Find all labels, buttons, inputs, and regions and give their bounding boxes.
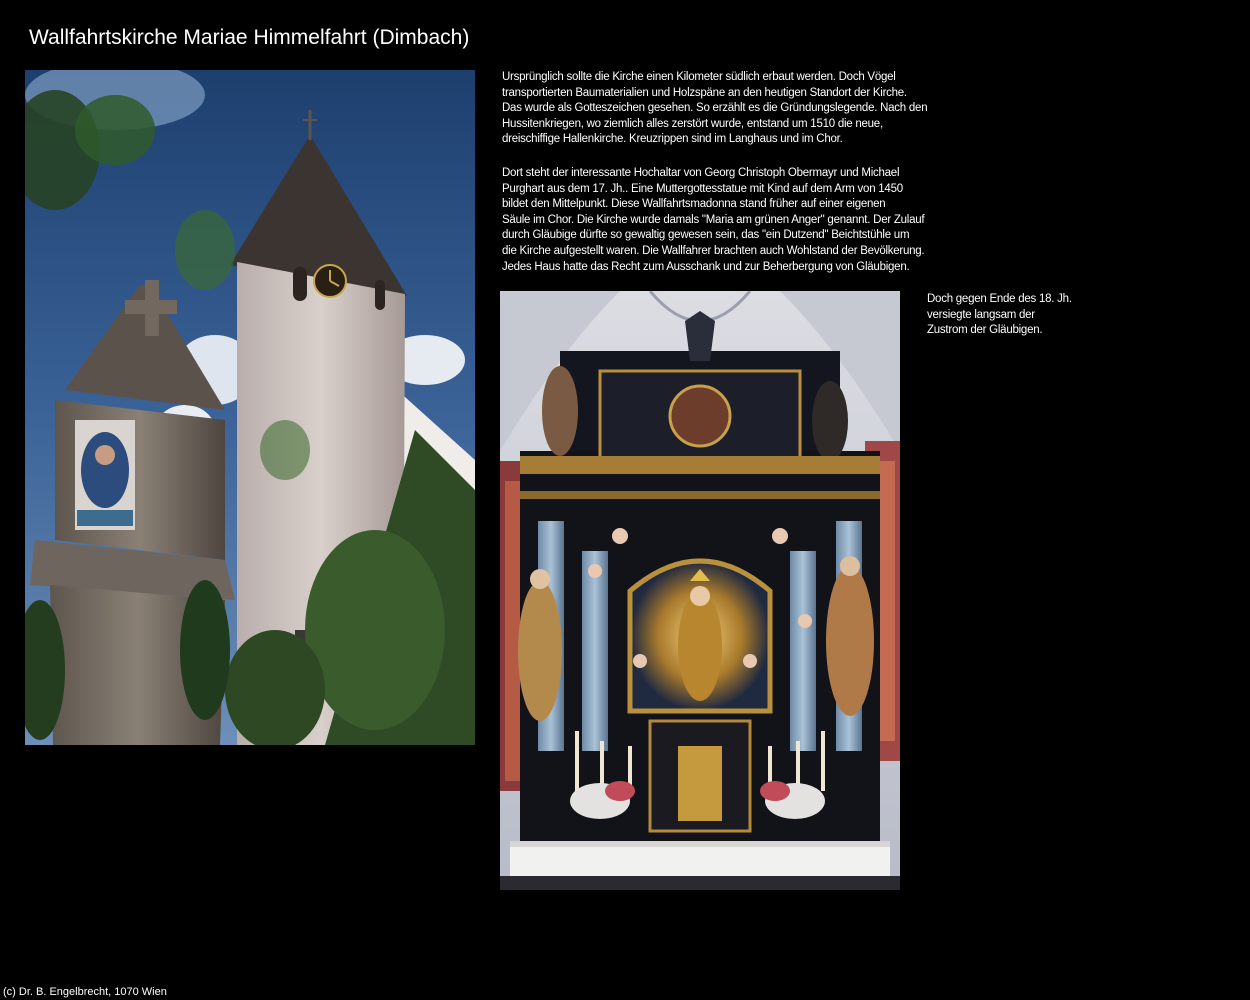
- text-line: Das wurde als Gotteszeichen gesehen. So …: [502, 102, 928, 115]
- text-line: Hussitenkriegen, wo ziemlich alles zerst…: [502, 117, 883, 130]
- text-line: bildet den Mittelpunkt. Diese Wallfahrts…: [502, 198, 886, 211]
- text-line: Purghart aus dem 17. Jh.. Eine Muttergot…: [502, 182, 903, 195]
- text-line: Säule im Chor. Die Kirche wurde damals "…: [502, 213, 925, 226]
- text-line: transportierten Baumaterialien und Holzs…: [502, 86, 907, 99]
- text-line: versiegte langsam der: [927, 308, 1035, 321]
- text-line: die Kirche aufgestellt waren. Die Wallfa…: [502, 244, 925, 257]
- page-title: Wallfahrtskirche Mariae Himmelfahrt (Dim…: [29, 26, 470, 49]
- high-altar-photo: [500, 291, 900, 890]
- text-line: dreischiffige Hallenkirche. Kreuzrippen …: [502, 133, 843, 146]
- text-line: Doch gegen Ende des 18. Jh.: [927, 293, 1072, 305]
- text-line: Jedes Haus hatte das Recht zum Ausschank…: [502, 260, 910, 273]
- church-tower-photo: [25, 70, 475, 745]
- legend-paragraph: Ursprünglich sollte die Kirche einen Kil…: [502, 70, 992, 148]
- text-line: durch Gläubige dürfte so gewaltig gewese…: [502, 229, 910, 242]
- copyright-notice: (c) Dr. B. Engelbrecht, 1070 Wien: [3, 986, 167, 998]
- text-line: Zustrom der Gläubigen.: [927, 324, 1043, 337]
- text-line: Dort steht der interessante Hochaltar vo…: [502, 167, 900, 179]
- text-line: Ursprünglich sollte die Kirche einen Kil…: [502, 71, 896, 83]
- decline-paragraph: Doch gegen Ende des 18. Jh. versiegte la…: [927, 292, 1127, 339]
- altar-paragraph: Dort steht der interessante Hochaltar vo…: [502, 166, 992, 275]
